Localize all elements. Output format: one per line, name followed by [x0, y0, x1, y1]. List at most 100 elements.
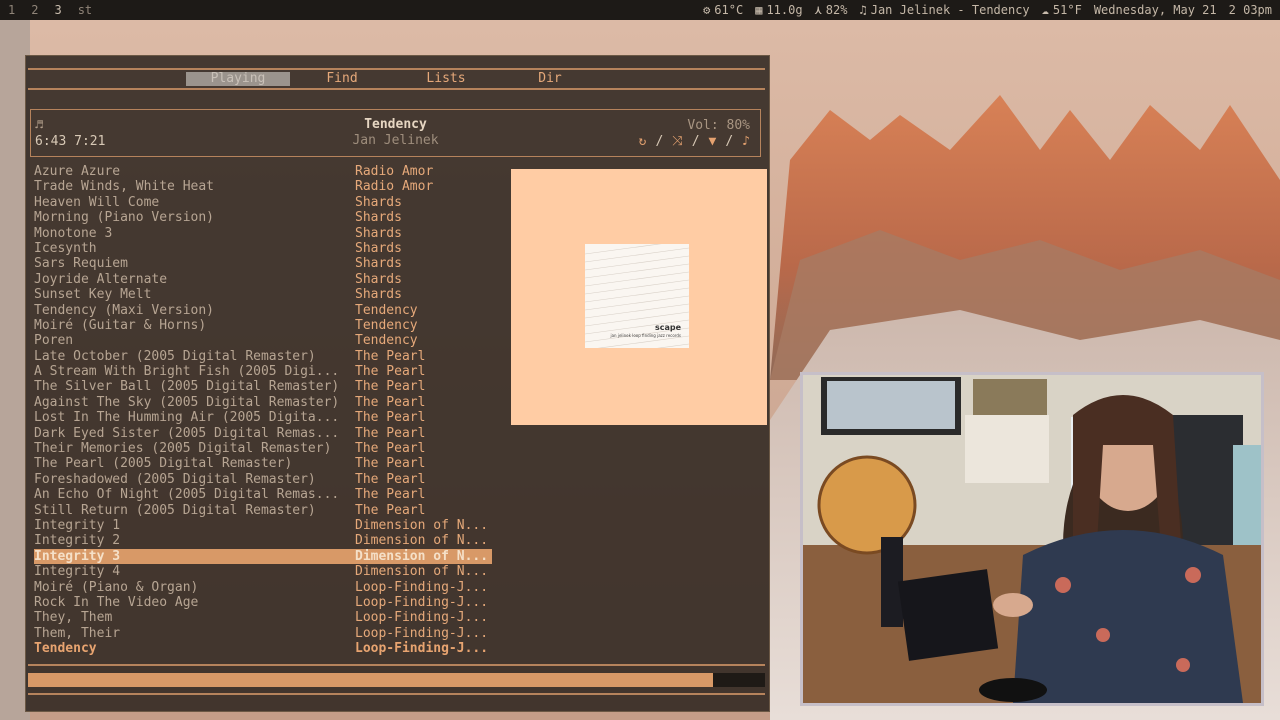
track-title: Rock In The Video Age	[34, 594, 199, 610]
playlist-row[interactable]: Rock In The Video Age Loop-Finding-J...	[34, 595, 492, 610]
cpu-temp: ⚙ 61°C	[703, 0, 743, 20]
track-album: Dimension of N...	[355, 564, 489, 580]
track-title: An Echo Of Night (2005 Digital Remas...	[34, 487, 340, 503]
track-album: The Pearl	[355, 364, 426, 380]
playlist-row[interactable]: Trade Winds, White Heat Radio Amor	[34, 179, 492, 194]
playlist-row[interactable]: Them, Their Loop-Finding-J...	[34, 626, 492, 641]
playlist-row[interactable]: A Stream With Bright Fish (2005 Digi... T…	[34, 364, 492, 379]
track-title: Integrity 2	[34, 533, 121, 549]
playlist-row[interactable]: The Pearl (2005 Digital Remaster) The Pea…	[34, 456, 492, 471]
playlist-row[interactable]: The Silver Ball (2005 Digital Remaster) T…	[34, 379, 492, 394]
track-album: Loop-Finding-J...	[355, 579, 489, 595]
track-title: Poren	[34, 333, 74, 349]
playlist-row[interactable]: Joyride Alternate Shards	[34, 272, 492, 287]
track-title: Integrity 3	[34, 548, 121, 564]
playlist-row[interactable]: Icesynth Shards	[34, 241, 492, 256]
cpu-temp-value: 61°C	[714, 3, 744, 17]
playlist-row[interactable]: They, Them Loop-Finding-J...	[34, 610, 492, 625]
playlist-row[interactable]: Integrity 2 Dimension of N...	[34, 533, 492, 548]
playlist-row[interactable]: Against The Sky (2005 Digital Remaster) T…	[34, 395, 492, 410]
track-album: Shards	[355, 256, 402, 272]
track-title: Still Return (2005 Digital Remaster)	[34, 502, 316, 518]
brightness-value: 82%	[825, 3, 848, 17]
playlist-row[interactable]: Monotone 3 Shards	[34, 226, 492, 241]
consume-icon[interactable]: ♪	[742, 134, 750, 149]
repeat-icon[interactable]: ↻	[639, 134, 647, 149]
now-playing-status: ♫ Jan Jelinek - Tendency	[859, 0, 1029, 20]
playlist-row[interactable]: Late October (2005 Digital Remaster) The …	[34, 349, 492, 364]
track-album: Shards	[355, 210, 402, 226]
playlist-row[interactable]: Still Return (2005 Digital Remaster) The …	[34, 503, 492, 518]
playlist-row[interactable]: Heaven Will Come Shards	[34, 195, 492, 210]
track-album: The Pearl	[355, 441, 426, 457]
shuffle-icon[interactable]: ⤨	[672, 134, 682, 149]
playlist-row[interactable]: Integrity 1 Dimension of N...	[34, 518, 492, 533]
playlist-row[interactable]: Tendency (Maxi Version) Tendency	[34, 303, 492, 318]
progress-rule	[28, 664, 765, 666]
playlist: Azure Azure Radio Amor Trade Winds, White …	[34, 164, 492, 657]
track-title: Morning (Piano Version)	[34, 210, 215, 226]
tab-dir[interactable]: Dir	[498, 72, 602, 86]
track-album: Loop-Finding-J...	[355, 641, 489, 657]
track-album: The Pearl	[355, 348, 426, 364]
playlist-row[interactable]: Foreshadowed (2005 Digital Remaster) The …	[34, 472, 492, 487]
track-album: Tendency	[355, 317, 418, 333]
volume-indicator[interactable]: Vol: 80%	[687, 118, 750, 133]
track-title: Tendency (Maxi Version)	[34, 302, 215, 318]
workspace-st[interactable]: st	[70, 0, 100, 20]
track-album: Shards	[355, 194, 402, 210]
track-title: Monotone 3	[34, 225, 113, 241]
weather: ☁ 51°F	[1042, 0, 1082, 20]
track-album: Tendency	[355, 302, 418, 318]
track-title: Sars Requiem	[34, 256, 128, 272]
playlist-row[interactable]: Lost In The Humming Air (2005 Digita... T…	[34, 410, 492, 425]
track-title: Dark Eyed Sister (2005 Digital Remas...	[34, 425, 340, 441]
track-title: Against The Sky (2005 Digital Remaster)	[34, 394, 340, 410]
playlist-row[interactable]: Poren Tendency	[34, 333, 492, 348]
playlist-row[interactable]: Sars Requiem Shards	[34, 256, 492, 271]
track-title: Sunset Key Melt	[34, 287, 152, 303]
album-cover: scape jan jelinek loop finding jazz reco…	[585, 244, 689, 348]
tab-playing[interactable]: Playing	[186, 72, 290, 86]
header-rule-top	[28, 68, 765, 70]
playlist-row[interactable]: Integrity 4 Dimension of N...	[34, 564, 492, 579]
webcam-image	[803, 375, 1261, 703]
playlist-row[interactable]: Moiré (Piano & Organ) Loop-Finding-J...	[34, 580, 492, 595]
playlist-row[interactable]: Integrity 3 Dimension of N...	[34, 548, 492, 565]
footer-rule	[28, 693, 765, 695]
music-player-terminal[interactable]: Playing Find Lists Dir ♬ 6:43 7:21 Tende…	[25, 55, 770, 712]
track-album: Dimension of N...	[355, 533, 489, 549]
workspace-3[interactable]: 3	[46, 0, 69, 20]
album-art-panel: scape jan jelinek loop finding jazz reco…	[511, 169, 767, 425]
track-title: Moiré (Piano & Organ)	[34, 579, 199, 595]
playlist-row[interactable]: Sunset Key Melt Shards	[34, 287, 492, 302]
playlist-row[interactable]: Their Memories (2005 Digital Remaster) Th…	[34, 441, 492, 456]
playlist-row[interactable]: Dark Eyed Sister (2005 Digital Remas... T…	[34, 426, 492, 441]
workspace-list: 1 2 3 st	[0, 0, 100, 20]
playlist-row[interactable]: Azure Azure Radio Amor	[34, 164, 492, 179]
progress-bar[interactable]	[28, 673, 765, 687]
track-album: Loop-Finding-J...	[355, 625, 489, 641]
workspace-2[interactable]: 2	[23, 0, 46, 20]
playlist-row[interactable]: Morning (Piano Version) Shards	[34, 210, 492, 225]
cover-subtitle: jan jelinek loop finding jazz records	[610, 333, 681, 338]
memory-icon: ▦	[755, 3, 763, 17]
single-icon[interactable]: ▼	[709, 134, 717, 149]
workspace-1[interactable]: 1	[0, 0, 23, 20]
track-title: The Silver Ball (2005 Digital Remaster)	[34, 379, 340, 395]
tab-lists[interactable]: Lists	[394, 72, 498, 86]
track-title: A Stream With Bright Fish (2005 Digi...	[34, 364, 340, 380]
music-note-icon: ♫	[859, 3, 867, 17]
playlist-row[interactable]: Moiré (Guitar & Horns) Tendency	[34, 318, 492, 333]
brightness: ⋏ 82%	[815, 0, 848, 20]
playlist-row[interactable]: Tendency Loop-Finding-J...	[34, 641, 492, 656]
track-title: Their Memories (2005 Digital Remaster)	[34, 441, 332, 457]
track-title: Joyride Alternate	[34, 271, 168, 287]
tab-find[interactable]: Find	[290, 72, 394, 86]
track-album: Dimension of N...	[355, 548, 489, 564]
track-title: Foreshadowed (2005 Digital Remaster)	[34, 471, 316, 487]
track-album: The Pearl	[355, 425, 426, 441]
track-album: The Pearl	[355, 394, 426, 410]
playlist-row[interactable]: An Echo Of Night (2005 Digital Remas... T…	[34, 487, 492, 502]
track-title: Them, Their	[34, 625, 121, 641]
